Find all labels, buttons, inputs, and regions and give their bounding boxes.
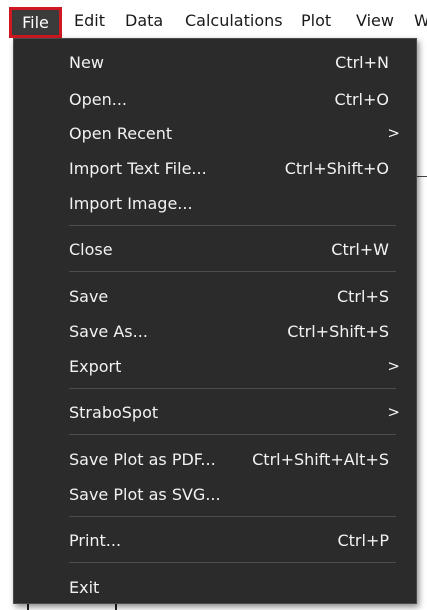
background-canvas-edge: [417, 40, 427, 610]
menu-item-label: Print...: [69, 531, 122, 550]
menu-item-save-as[interactable]: Save As... Ctrl+Shift+S: [14, 315, 416, 348]
menu-item-label: Import Text File...: [69, 159, 207, 178]
menu-separator: [69, 225, 396, 226]
menu-item-label: Save: [69, 287, 109, 306]
menu-item-shortcut: Ctrl+Shift+Alt+S: [252, 450, 389, 469]
chevron-right-icon: >: [387, 124, 400, 142]
menu-item-label: Open Recent: [69, 124, 173, 143]
chevron-right-icon: >: [387, 357, 400, 375]
menu-item-label: New: [69, 53, 104, 72]
menu-item-shortcut: Ctrl+S: [336, 287, 389, 306]
menu-item-shortcut: Ctrl+P: [337, 531, 389, 550]
menu-item-shortcut: Ctrl+O: [334, 90, 389, 109]
menu-edit[interactable]: Edit: [74, 7, 105, 35]
menu-item-open-recent[interactable]: Open Recent >: [14, 117, 416, 150]
menu-item-exit[interactable]: Exit: [14, 571, 416, 603]
menu-item-label: StraboSpot: [69, 403, 159, 422]
menu-data[interactable]: Data: [125, 7, 163, 35]
menu-item-label: Import Image...: [69, 194, 193, 213]
menu-separator: [69, 516, 396, 517]
menu-item-save[interactable]: Save Ctrl+S: [14, 280, 416, 313]
menu-item-import-image[interactable]: Import Image...: [14, 187, 416, 220]
menu-separator: [69, 562, 396, 563]
menu-item-close[interactable]: Close Ctrl+W: [14, 233, 416, 266]
menu-item-export[interactable]: Export >: [14, 350, 416, 383]
menu-plot[interactable]: Plot: [301, 7, 331, 35]
menu-window[interactable]: W: [414, 7, 427, 35]
menu-item-label: Save Plot as SVG...: [69, 485, 221, 504]
menu-item-print[interactable]: Print... Ctrl+P: [14, 524, 416, 557]
menu-item-label: Close: [69, 240, 113, 259]
menu-item-new[interactable]: New Ctrl+N: [14, 46, 416, 79]
canvas-divider: [417, 176, 427, 177]
menu-item-open[interactable]: Open... Ctrl+O: [14, 83, 416, 116]
file-menu-dropdown: New Ctrl+N Open... Ctrl+O Open Recent > …: [13, 38, 417, 604]
menu-item-shortcut: Ctrl+Shift+S: [287, 322, 389, 341]
menu-item-label: Export: [69, 357, 122, 376]
background-canvas-bottom: [0, 604, 427, 610]
canvas-mark: [27, 604, 29, 610]
menu-item-strabospot[interactable]: StraboSpot >: [14, 396, 416, 429]
menu-item-label: Save Plot as PDF...: [69, 450, 216, 469]
menu-separator: [69, 388, 396, 389]
menu-item-label: Save As...: [69, 322, 148, 341]
menu-separator: [69, 271, 396, 272]
menu-file[interactable]: File: [9, 7, 62, 38]
menu-item-label: Exit: [69, 578, 100, 597]
menu-item-shortcut: Ctrl+N: [335, 53, 389, 72]
menu-bar: File Edit Data Calculations Plot View W: [0, 0, 427, 40]
menu-item-save-plot-pdf[interactable]: Save Plot as PDF... Ctrl+Shift+Alt+S: [14, 443, 416, 476]
menu-item-import-text-file[interactable]: Import Text File... Ctrl+Shift+O: [14, 152, 416, 185]
menu-separator: [69, 434, 396, 435]
menu-item-shortcut: Ctrl+W: [331, 240, 389, 259]
canvas-mark: [115, 604, 117, 610]
menu-view[interactable]: View: [356, 7, 394, 35]
menu-item-save-plot-svg[interactable]: Save Plot as SVG...: [14, 478, 416, 511]
menu-calculations[interactable]: Calculations: [185, 7, 283, 35]
menu-item-shortcut: Ctrl+Shift+O: [284, 159, 389, 178]
chevron-right-icon: >: [387, 403, 400, 421]
menu-item-label: Open...: [69, 90, 127, 109]
